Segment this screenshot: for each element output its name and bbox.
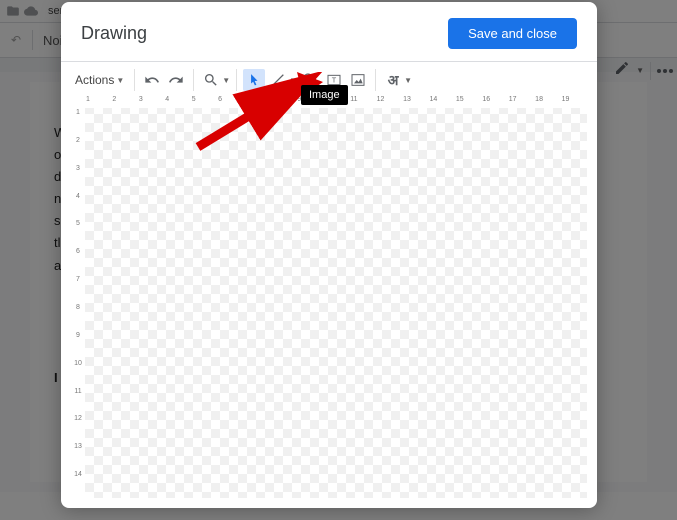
modal-title: Drawing xyxy=(81,23,147,44)
zoom-button[interactable] xyxy=(200,69,222,91)
vertical-ruler: 1 2 3 4 5 6 7 8 9 10 11 12 13 14 xyxy=(71,96,85,498)
drawing-modal: Drawing Save and close Actions▼ ▼ ▼ T अ … xyxy=(61,2,597,508)
save-and-close-button[interactable]: Save and close xyxy=(448,18,577,49)
undo-button[interactable] xyxy=(141,69,163,91)
special-characters-tool[interactable]: अ xyxy=(382,69,404,91)
line-tool[interactable] xyxy=(267,69,289,91)
image-tool[interactable] xyxy=(347,69,369,91)
drawing-canvas[interactable] xyxy=(85,108,587,498)
image-tooltip: Image xyxy=(301,85,348,105)
select-tool[interactable] xyxy=(243,69,265,91)
svg-text:T: T xyxy=(332,76,337,85)
redo-button[interactable] xyxy=(165,69,187,91)
chevron-down-icon[interactable]: ▼ xyxy=(404,76,412,85)
chevron-down-icon[interactable]: ▼ xyxy=(289,76,297,85)
chevron-down-icon[interactable]: ▼ xyxy=(222,76,230,85)
actions-dropdown[interactable]: Actions▼ xyxy=(71,69,128,91)
